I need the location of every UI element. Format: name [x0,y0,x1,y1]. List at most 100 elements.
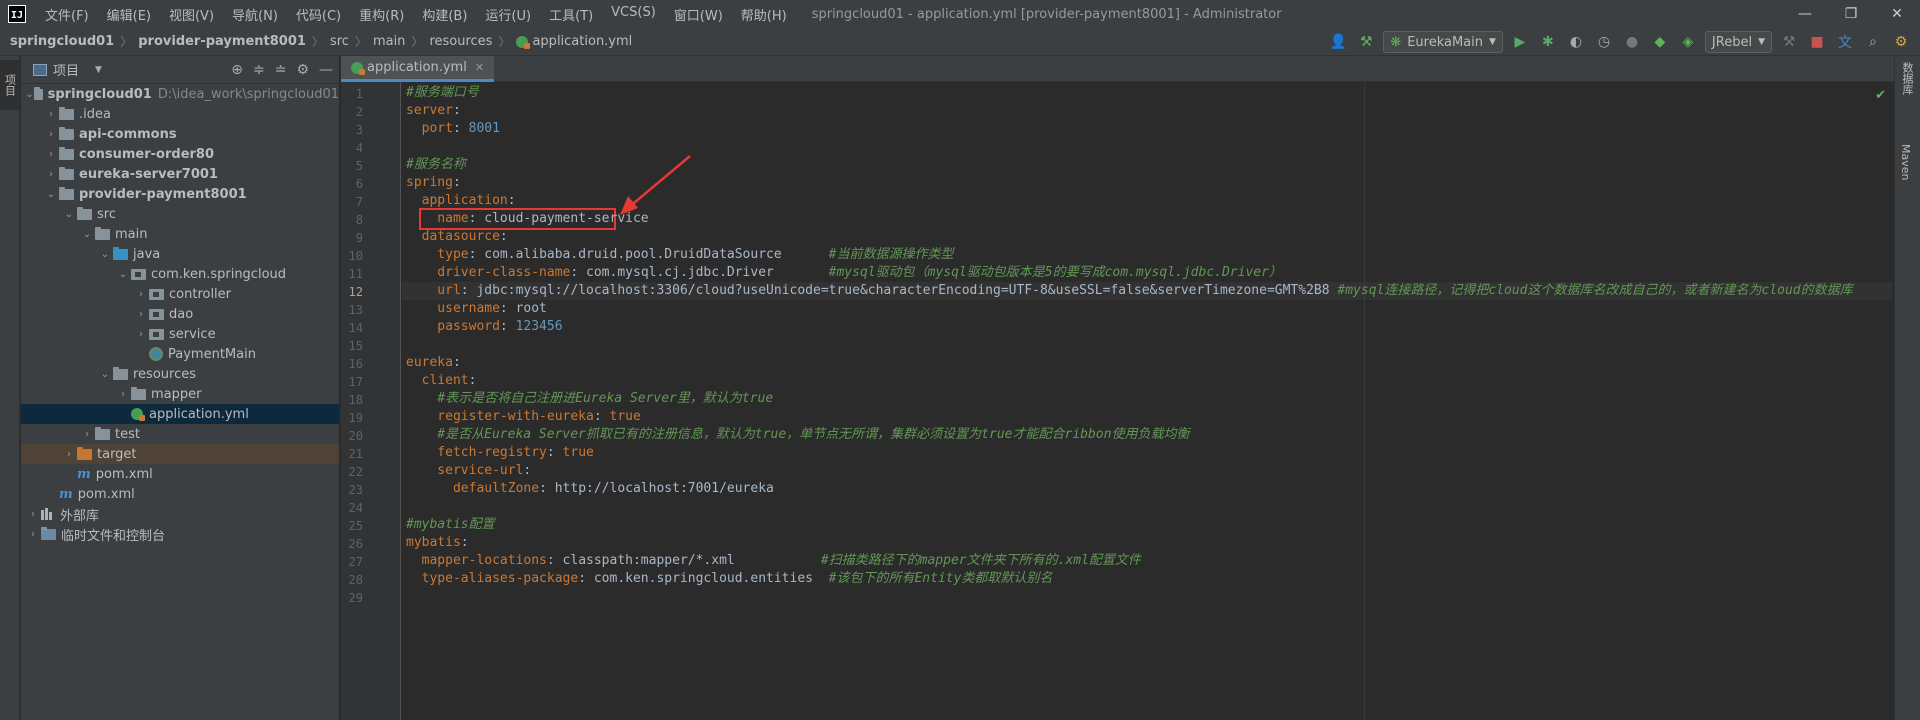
menu-item[interactable]: 导航(N) [223,5,287,24]
tree-item[interactable]: ⌄ java [21,244,339,264]
translate-icon[interactable]: 文 [1834,31,1856,53]
tree-item[interactable]: › consumer-order80 [21,144,339,164]
breadcrumb-item[interactable]: provider-payment8001 [138,34,306,49]
tree-item[interactable]: ›PaymentMain [21,344,339,364]
menu-item[interactable]: 窗口(W) [665,5,732,24]
chevron-down-icon[interactable]: ⌄ [43,189,59,200]
close-icon[interactable]: ✕ [475,61,484,74]
breadcrumb-item[interactable]: springcloud01 [10,34,114,49]
editor-tab-application-yml[interactable]: application.yml ✕ [341,56,495,82]
tree-item[interactable]: › eureka-server7001 [21,164,339,184]
jrebel-select[interactable]: JRebel ▼ [1704,31,1772,53]
tree-item[interactable]: › 外部库 [21,504,339,524]
menu-item[interactable]: 帮助(H) [732,5,796,24]
maven-tool-tab[interactable]: Maven [1899,144,1912,180]
chevron-down-icon[interactable]: ⌄ [97,369,113,380]
hide-icon[interactable]: — [319,62,333,78]
tree-item-text: mapper [151,386,202,402]
tree-item[interactable]: ⌄ com.ken.springcloud [21,264,339,284]
code-editor[interactable]: #服务端口号 server: port: 8001 #服务名称 spring: app… [402,82,1892,720]
menu-item[interactable]: 构建(B) [413,5,476,24]
minimize-icon[interactable]: — [1782,0,1828,28]
stop-red-icon[interactable]: ■ [1806,31,1828,53]
tree-item[interactable]: ›mpom.xml [21,464,339,484]
menu-item[interactable]: 运行(U) [476,5,540,24]
breadcrumb-label: src [329,34,349,49]
chevron-down-icon[interactable]: ⌄ [79,229,95,240]
menu-item[interactable]: 编辑(E) [98,5,160,24]
tree-item-label: dao [169,307,193,322]
chevron-right-icon[interactable]: › [61,449,77,460]
hammer-icon[interactable]: ⚒ [1355,31,1377,53]
tree-item[interactable]: ⌄ provider-payment8001 [21,184,339,204]
chevron-down-icon[interactable]: ⌄ [97,249,113,260]
tree-item[interactable]: › test [21,424,339,444]
run-icon[interactable]: ▶ [1509,31,1531,53]
chevron-right-icon[interactable]: › [133,289,149,300]
breadcrumb-item[interactable]: src [330,34,349,49]
profile-icon[interactable]: ◷ [1593,31,1615,53]
tree-item[interactable]: ›application.yml [21,404,339,424]
close-icon[interactable]: ✕ [1874,0,1920,28]
breadcrumb-item[interactable]: application.yml [516,34,632,49]
chevron-right-icon[interactable]: › [133,329,149,340]
tree-item[interactable]: › service [21,324,339,344]
gear-icon[interactable]: ⚙ [296,62,309,78]
menu-item[interactable]: 工具(T) [540,5,602,24]
project-panel-title[interactable]: 项目 [53,60,79,79]
collapse-all-icon[interactable]: ≐ [275,62,287,78]
breadcrumb-item[interactable]: main [373,34,405,49]
tree-item[interactable]: › .idea [21,104,339,124]
settings-icon[interactable]: ⚙ [1890,31,1912,53]
chevron-right-icon[interactable]: › [43,149,59,160]
chevron-right-icon[interactable]: › [43,169,59,180]
chevron-right-icon[interactable]: › [25,509,41,520]
menu-item[interactable]: 重构(R) [350,5,413,24]
tree-item[interactable]: › dao [21,304,339,324]
search-icon[interactable]: ⌕ [1862,31,1884,53]
tree-item[interactable]: › mapper [21,384,339,404]
tree-item[interactable]: ⌄ springcloud01 D:\idea_work\springcloud01 [21,84,339,104]
chevron-right-icon[interactable]: › [43,129,59,140]
chevron-right-icon[interactable]: › [25,529,41,540]
menu-item[interactable]: 视图(V) [160,5,223,24]
line-number: 8 [355,213,363,227]
chevron-right-icon[interactable]: › [79,429,95,440]
tree-item[interactable]: › api-commons [21,124,339,144]
chevron-right-icon[interactable]: › [133,309,149,320]
run-config-select[interactable]: ❋ EurekaMain ▼ [1383,31,1503,53]
tree-item[interactable]: › target [21,444,339,464]
tree-item[interactable]: ⌄ resources [21,364,339,384]
tree-item[interactable]: › controller [21,284,339,304]
tree-item[interactable]: ⌄ src [21,204,339,224]
menu-item[interactable]: 代码(C) [287,5,350,24]
chevron-down-icon[interactable]: ⌄ [61,209,77,220]
chevron-right-icon[interactable]: › [43,109,59,120]
user-icon[interactable]: 👤 [1327,31,1349,53]
tree-item[interactable]: › 临时文件和控制台 [21,524,339,544]
tree-item[interactable]: ⌄ main [21,224,339,244]
chevron-down-icon[interactable]: ⌄ [115,269,131,280]
navigation-bar: springcloud01 〉 provider-payment8001 〉 src 〉 m… [0,28,1920,56]
restore-icon[interactable]: ❐ [1828,0,1874,28]
stop-icon[interactable]: ● [1621,31,1643,53]
menu-item[interactable]: VCS(S) [602,5,665,24]
expand-all-icon[interactable]: ≑ [253,62,265,78]
coverage-icon[interactable]: ◐ [1565,31,1587,53]
chevron-down-icon[interactable]: ⌄ [25,89,34,100]
inspection-ok-icon[interactable]: ✔ [1875,88,1886,103]
build-icon[interactable]: ⚒ [1778,31,1800,53]
locate-icon[interactable]: ⊕ [231,62,243,78]
code-token: register-with-eureka [406,409,594,424]
chevron-down-icon[interactable]: ▼ [95,65,102,75]
project-tool-tab[interactable]: 项目 [0,60,19,110]
debug-icon[interactable]: ✱ [1537,31,1559,53]
jrebel-debug-icon[interactable]: ◈ [1677,31,1699,53]
breadcrumb-item[interactable]: resources [429,34,492,49]
menu-item[interactable]: 文件(F) [36,5,98,24]
jrebel-run-icon[interactable]: ◆ [1649,31,1671,53]
chevron-right-icon[interactable]: › [115,389,131,400]
code-line: #服务端口号 [406,84,479,102]
database-tool-tab[interactable]: 数据库 [1899,62,1915,95]
tree-item[interactable]: ›mpom.xml [21,484,339,504]
